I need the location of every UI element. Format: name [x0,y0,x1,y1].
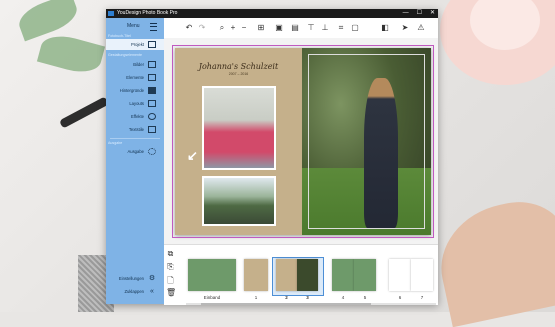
thumb-page-4[interactable] [332,259,354,291]
collapse-icon: « [150,288,154,295]
app-window: YouDesign Photo Book Pro — ☐ ✕ Menu Foto… [106,9,438,305]
scrollbar-thumb[interactable] [201,303,371,305]
thumb-page-1[interactable] [244,259,268,291]
thumb-label: 6 [398,295,402,300]
new-page-icon[interactable]: 🗋 [166,275,175,285]
thumb-label: 3 [306,295,309,300]
hamburger-icon[interactable] [150,23,157,31]
thumb-label: Einband [203,295,221,300]
title-bar: YouDesign Photo Book Pro — ☐ ✕ [106,9,438,18]
background-icon [148,87,156,94]
page-strip: ⧉ ⎘ 🗋 🗑 Einband 1 2 3 4 5 6 7 [164,244,438,305]
sidebar-item-layouts[interactable]: Layouts [106,98,164,109]
crop-icon[interactable]: ⌗ [336,23,346,33]
sidebar-item-effekte[interactable]: Effekte [106,111,164,122]
section-label: Gestaltungselemente [108,53,142,57]
window-controls: — ☐ ✕ [403,9,435,18]
sidebar-item-label: Projekt [130,42,144,47]
delete-page-icon[interactable]: 🗑 [166,288,176,298]
duplicate-page-icon[interactable]: ⎘ [166,262,175,272]
output-icon [148,148,156,155]
sidebar-item-label: Bilder [133,62,144,67]
zoom-out-icon[interactable]: − [239,23,249,33]
sidebar-item-einstellungen[interactable]: Einstellungen ⚙ [106,273,164,284]
sidebar-item-label: Einstellungen [118,276,144,281]
zoom-icon[interactable]: ⌕ [217,23,227,33]
thumb-einband[interactable] [188,259,236,291]
sidebar-item-label: Textstile [128,127,144,132]
layer-up-icon[interactable]: ⊤ [306,23,316,33]
window-title: YouDesign Photo Book Pro [117,10,178,16]
thumb-label: 1 [254,295,258,300]
elements-icon [148,74,156,81]
undo-icon[interactable]: ↶ [184,23,194,33]
minimize-button[interactable]: — [403,9,409,18]
divider [110,138,160,139]
page-strip-scrollbar[interactable] [186,303,436,305]
thumb-page-3[interactable] [297,259,318,291]
sidebar-item-zuklappen[interactable]: Zuklappen « [106,286,164,297]
thumb-page-5[interactable] [354,259,376,291]
color-icon[interactable]: ◧ [380,23,390,33]
thumb-page-2[interactable] [276,259,297,291]
menu-label: Menu [127,23,140,29]
effects-icon [148,113,156,120]
close-button[interactable]: ✕ [430,9,435,18]
sidebar-item-label: Effekte [131,114,144,119]
layer-down-icon[interactable]: ⊥ [320,23,330,33]
redo-icon[interactable]: ↷ [197,23,207,33]
sidebar-item-ausgabe[interactable]: Ausgabe [106,146,164,157]
layout-icon [148,100,156,107]
project-icon [148,41,156,48]
sidebar-item-label: Zuklappen [124,289,144,294]
warning-icon[interactable]: ⚠ [416,23,426,33]
frame-icon[interactable]: ▢ [350,23,360,33]
sidebar-item-label: Ausgabe [127,149,144,154]
thumb-label: 5 [363,295,367,300]
sidebar-item-label: Layouts [129,101,144,106]
sidebar-item-projekt[interactable]: Projekt [106,39,164,50]
app-logo-icon [108,11,114,16]
grid-icon[interactable]: ⊞ [256,23,266,33]
zoom-in-icon[interactable]: + [228,23,238,33]
sidebar-item-elemente[interactable]: Elemente [106,72,164,83]
gear-icon: ⚙ [148,275,156,282]
page-strip-tools: ⧉ ⎘ 🗋 🗑 [166,249,178,301]
thumb-label: 4 [341,295,345,300]
text-style-icon [148,126,156,133]
editor-canvas[interactable]: Johanna's Schulzeit 2007 – 2016 ↙ ↗ [164,38,438,244]
thumb-page-7[interactable] [411,259,433,291]
sidebar: Menu Fotobuch-Titel Projekt Gestaltungse… [106,18,164,304]
sidebar-item-label: Elemente [126,75,144,80]
sidebar-item-bilder[interactable]: Bilder [106,59,164,70]
add-page-icon[interactable]: ⧉ [166,249,175,259]
section-label: Fotobuch-Titel [108,34,131,38]
thumb-label: 2 [285,295,288,300]
toolbar: ↶ ↷ ⌕ + − ⊞ ▣ ▤ ⊤ ⊥ ⌗ ▢ ◧ ➤ ⚠ [164,18,438,39]
menu-toggle[interactable]: Menu [106,20,164,32]
arrange-icon[interactable]: ▤ [290,23,300,33]
section-label: Ausgabe [108,141,123,145]
bleed-guide [172,45,434,238]
sidebar-item-hintergruende[interactable]: Hintergründe [106,85,164,96]
sidebar-item-label: Hintergründe [119,88,144,93]
sidebar-item-textstile[interactable]: Textstile [106,124,164,135]
thumb-page-6[interactable] [389,259,411,291]
send-icon[interactable]: ➤ [400,23,410,33]
image-icon [148,61,156,68]
thumb-label: 7 [420,295,424,300]
align-icon[interactable]: ▣ [274,23,284,33]
maximize-button[interactable]: ☐ [417,9,422,18]
